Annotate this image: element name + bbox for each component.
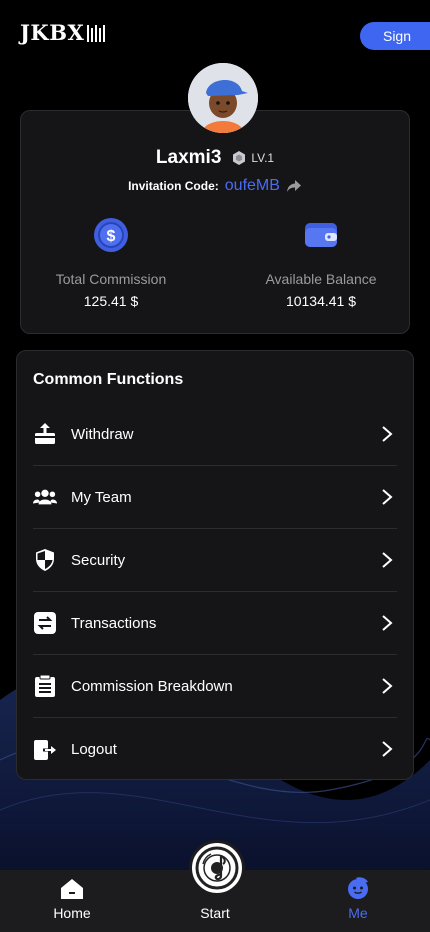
invitation-label: Invitation Code: — [128, 179, 219, 193]
chevron-right-icon — [382, 426, 393, 442]
dollar-coin-icon: $ — [94, 218, 128, 252]
start-button[interactable] — [189, 840, 245, 896]
nav-label: Start — [200, 905, 230, 921]
total-commission-stat: $ Total Commission 125.41 $ — [21, 217, 201, 309]
nav-home[interactable]: Home — [22, 870, 122, 932]
username: Laxmi3 — [155, 147, 222, 168]
menu-label: Commission Breakdown — [71, 677, 233, 695]
functions-menu: Withdraw My Team Security Transactions C… — [33, 403, 397, 781]
invitation-code[interactable]: oufeMB — [225, 177, 280, 195]
chevron-right-icon — [382, 489, 393, 505]
menu-label: Transactions — [71, 614, 157, 632]
share-icon[interactable] — [286, 179, 302, 193]
common-functions-card: Common Functions Withdraw My Team Securi… — [16, 350, 414, 780]
menu-item-logout[interactable]: Logout — [33, 718, 397, 781]
menu-item-security[interactable]: Security — [33, 529, 397, 592]
top-bar: JKBX Sign — [0, 0, 430, 62]
menu-label: Security — [71, 551, 126, 569]
nav-label: Me — [348, 905, 368, 921]
menu-label: My Team — [71, 488, 132, 506]
team-icon — [33, 489, 57, 505]
chevron-right-icon — [382, 678, 393, 694]
stat-value: 10134.41 $ — [285, 293, 357, 309]
avatar-character-icon — [188, 63, 258, 133]
stat-value: 125.41 $ — [83, 293, 139, 309]
stat-label: Available Balance — [265, 271, 377, 287]
transfer-arrows-icon — [34, 612, 56, 634]
nav-label: Home — [53, 905, 91, 921]
menu-item-commission-breakdown[interactable]: Commission Breakdown — [33, 655, 397, 718]
bottom-nav: Home Start Me — [0, 840, 430, 932]
available-balance-stat: Available Balance 10134.41 $ — [231, 217, 411, 309]
music-disc-icon — [195, 846, 239, 890]
stat-label: Total Commission — [55, 271, 167, 287]
logout-icon — [34, 739, 56, 760]
chevron-right-icon — [382, 552, 393, 568]
nav-start[interactable]: Start — [165, 840, 265, 932]
menu-label: Logout — [71, 741, 117, 758]
svg-text:$: $ — [107, 228, 116, 245]
app-logo: JKBX — [20, 20, 106, 45]
menu-item-withdraw[interactable]: Withdraw — [33, 403, 397, 466]
functions-title: Common Functions — [33, 371, 184, 388]
avatar[interactable] — [188, 63, 258, 133]
sign-button[interactable]: Sign — [360, 22, 430, 50]
chevron-right-icon — [382, 615, 393, 631]
nav-me[interactable]: Me — [308, 870, 408, 932]
hexagon-badge-icon — [233, 151, 246, 165]
level-badge: LV.1 — [231, 150, 274, 166]
level-text: LV.1 — [251, 151, 275, 165]
user-face-icon — [348, 877, 368, 899]
withdraw-icon — [35, 423, 55, 444]
menu-item-transactions[interactable]: Transactions — [33, 592, 397, 655]
menu-item-my-team[interactable]: My Team — [33, 466, 397, 529]
logo-bars-icon — [87, 24, 106, 42]
profile-card: Laxmi3 LV.1 Invitation Code: oufeMB $ To… — [20, 110, 410, 334]
menu-label: Withdraw — [71, 425, 134, 443]
wallet-icon — [305, 223, 337, 247]
clipboard-list-icon — [35, 674, 55, 697]
shield-icon — [36, 549, 54, 571]
chevron-right-icon — [382, 741, 393, 757]
home-icon — [61, 879, 83, 899]
